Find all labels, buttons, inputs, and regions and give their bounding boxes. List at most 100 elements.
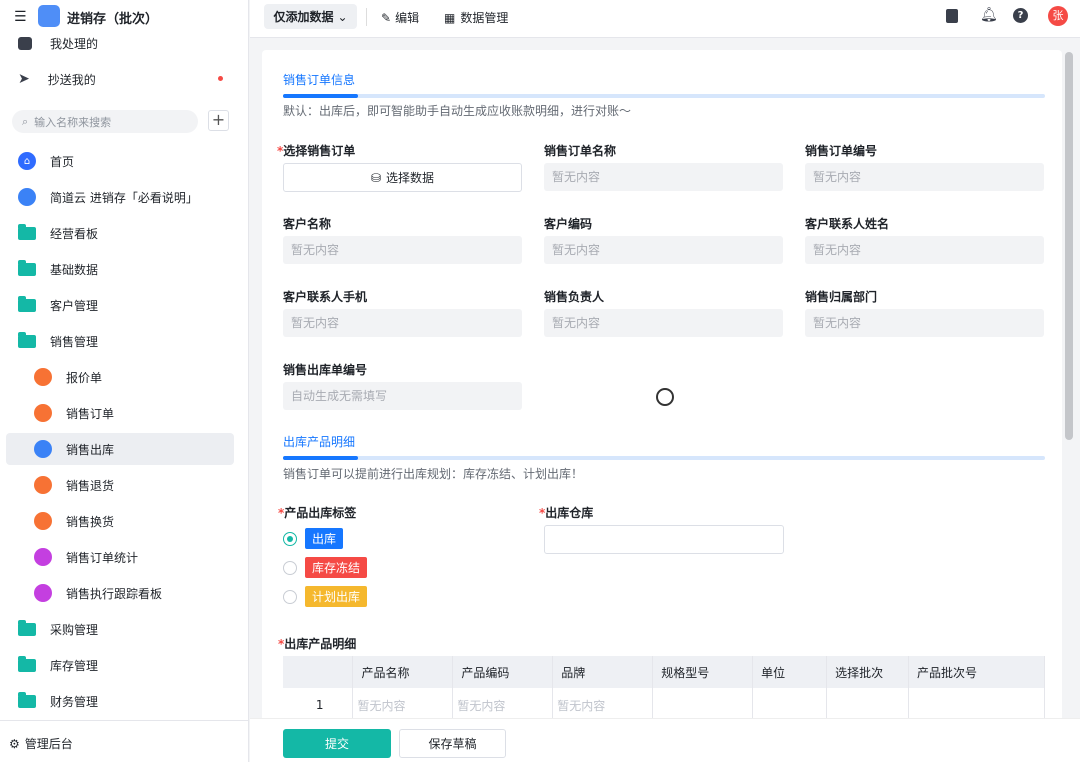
- sidebar-item-label: 采购管理: [50, 622, 99, 637]
- field-label: 销售订单编号: [805, 144, 878, 158]
- tag-radio[interactable]: 出库: [283, 528, 344, 549]
- table-cell: 1: [283, 688, 354, 722]
- topbar: 仅添加数据 ⌄ ✎ 编辑 ▦ 数据管理 🔔︎ ? 张: [250, 0, 1080, 38]
- pencil-icon: ✎: [381, 10, 392, 25]
- field-label: 客户编码: [544, 217, 593, 231]
- field-value: 暂无内容: [805, 163, 1044, 191]
- submit-button[interactable]: 提交: [283, 729, 391, 758]
- document-icon: [18, 188, 36, 206]
- app-title: 进销存（批次）: [67, 12, 159, 27]
- dashboard-icon: [34, 584, 52, 602]
- field-label: 销售订单名称: [544, 144, 617, 158]
- tag-radio[interactable]: 计划出库: [283, 586, 368, 607]
- add-button[interactable]: +: [208, 110, 229, 131]
- column-header: 选择批次: [826, 656, 910, 688]
- section-bar: [283, 94, 1045, 98]
- sidebar-item-label: 销售执行跟踪看板: [66, 586, 163, 601]
- radio-icon[interactable]: [283, 560, 297, 575]
- admin-backend-link[interactable]: ⚙ 管理后台: [9, 735, 73, 752]
- sidebar-item-label: 销售换货: [66, 514, 115, 529]
- sidebar-item-label: 销售订单: [66, 406, 115, 421]
- field-label: *出库产品明细: [278, 637, 357, 651]
- radio-icon[interactable]: [283, 589, 297, 604]
- table-cell[interactable]: [652, 688, 754, 722]
- sidebar-item[interactable]: 销售执行跟踪看板: [6, 577, 234, 609]
- sidebar-item[interactable]: 销售退货: [6, 469, 234, 501]
- home-icon: ⌂: [18, 152, 36, 170]
- data-manage-button[interactable]: ▦ 数据管理: [444, 9, 508, 26]
- sidebar-item-label: 库存管理: [50, 658, 99, 673]
- menu-icon[interactable]: ☰: [14, 9, 27, 25]
- sidebar-item-label: 销售退货: [66, 478, 115, 493]
- table-cell[interactable]: 暂无内容: [352, 688, 454, 722]
- search-icon: ⌕: [22, 114, 29, 128]
- sidebar-item[interactable]: 销售订单统计: [6, 541, 234, 573]
- table-cell[interactable]: 暂无内容: [552, 688, 654, 722]
- folder-icon: [18, 655, 36, 672]
- field-label: 销售出库单编号: [283, 363, 368, 377]
- warehouse-input[interactable]: [544, 525, 784, 554]
- field-label: *产品出库标签: [278, 506, 357, 520]
- sidebar-item[interactable]: 客户管理: [6, 289, 234, 321]
- table-row: 1 暂无内容 暂无内容 暂无内容: [283, 688, 1045, 722]
- admin-label: 管理后台: [24, 737, 73, 751]
- table-cell[interactable]: [908, 688, 1045, 722]
- field-value: 暂无内容: [544, 236, 783, 264]
- sidebar-item[interactable]: 财务管理: [6, 685, 234, 717]
- sidebar-item[interactable]: 销售换货: [6, 505, 234, 537]
- table-cell[interactable]: 暂无内容: [452, 688, 554, 722]
- table-cell[interactable]: [826, 688, 910, 722]
- save-draft-button[interactable]: 保存草稿: [399, 729, 506, 758]
- select-data-button[interactable]: ⛁ 选择数据: [283, 163, 522, 192]
- folder-icon: [18, 295, 36, 312]
- field-value: 暂无内容: [805, 309, 1044, 337]
- table-cell[interactable]: [752, 688, 828, 722]
- folder-icon: [18, 619, 36, 636]
- form-card: 销售订单信息 默认：出库后，即可智能助手自动生成应收账款明细，进行对账～ *选择…: [262, 50, 1073, 762]
- sidebar-item[interactable]: 基础数据: [6, 253, 234, 285]
- sidebar-item-label: 我处理的: [50, 36, 99, 51]
- sidebar-item[interactable]: 报价单: [6, 361, 234, 393]
- tag-label: 计划出库: [305, 586, 368, 607]
- scrollbar[interactable]: [1065, 52, 1073, 440]
- tag-radio[interactable]: 库存冻结: [283, 557, 368, 578]
- notebook-icon[interactable]: [946, 9, 958, 23]
- section-title-product-detail: 出库产品明细: [283, 435, 356, 449]
- search-input[interactable]: ⌕ 输入名称来搜索: [12, 110, 198, 133]
- tag-label: 库存冻结: [305, 557, 368, 578]
- mode-dropdown[interactable]: 仅添加数据 ⌄: [264, 4, 357, 29]
- sidebar-item-label: 简道云 进销存「必看说明」: [50, 190, 198, 205]
- folder-open-icon: [18, 331, 36, 348]
- sidebar-item[interactable]: 库存管理: [6, 649, 234, 681]
- field-label: 销售归属部门: [805, 290, 878, 304]
- sidebar-item-label: 客户管理: [50, 298, 99, 313]
- radio-icon[interactable]: [283, 531, 297, 546]
- folder-icon: [18, 223, 36, 240]
- field-value: 暂无内容: [544, 309, 783, 337]
- app-logo-icon: [38, 5, 60, 27]
- sidebar-item-cc-me[interactable]: ➤ 抄送我的: [6, 63, 234, 95]
- avatar[interactable]: 张: [1048, 6, 1068, 26]
- sidebar-item-my-processed[interactable]: 我处理的: [6, 27, 234, 59]
- product-detail-table: 产品名称 产品编码 品牌 规格型号 单位 选择批次 产品批次号 1 暂无内容 暂无内容 暂无内容: [283, 656, 1045, 722]
- sidebar-item[interactable]: ⌂ 首页: [6, 145, 234, 177]
- sidebar-item[interactable]: 简道云 进销存「必看说明」: [6, 181, 234, 213]
- form-icon: [34, 476, 52, 494]
- data-manage-label: 数据管理: [460, 11, 509, 25]
- field-label: 客户联系人手机: [283, 290, 368, 304]
- field-label: *选择销售订单: [277, 144, 356, 158]
- sidebar-item[interactable]: 销售管理: [6, 325, 234, 357]
- sidebar-item[interactable]: 经营看板: [6, 217, 234, 249]
- sidebar-item[interactable]: 采购管理: [6, 613, 234, 645]
- field-value: 暂无内容: [283, 309, 522, 337]
- folder-icon: [18, 691, 36, 708]
- database-icon: ⛁: [370, 170, 382, 185]
- edit-button[interactable]: ✎ 编辑: [381, 9, 419, 26]
- sidebar-item[interactable]: 销售出库: [6, 433, 234, 465]
- bell-icon[interactable]: 🔔︎: [980, 7, 998, 23]
- sidebar-item[interactable]: 销售订单: [6, 397, 234, 429]
- field-label: *出库仓库: [539, 506, 594, 520]
- column-header: 产品批次号: [908, 656, 1045, 688]
- field-label: 销售负责人: [544, 290, 605, 304]
- help-icon[interactable]: ?: [1013, 8, 1028, 23]
